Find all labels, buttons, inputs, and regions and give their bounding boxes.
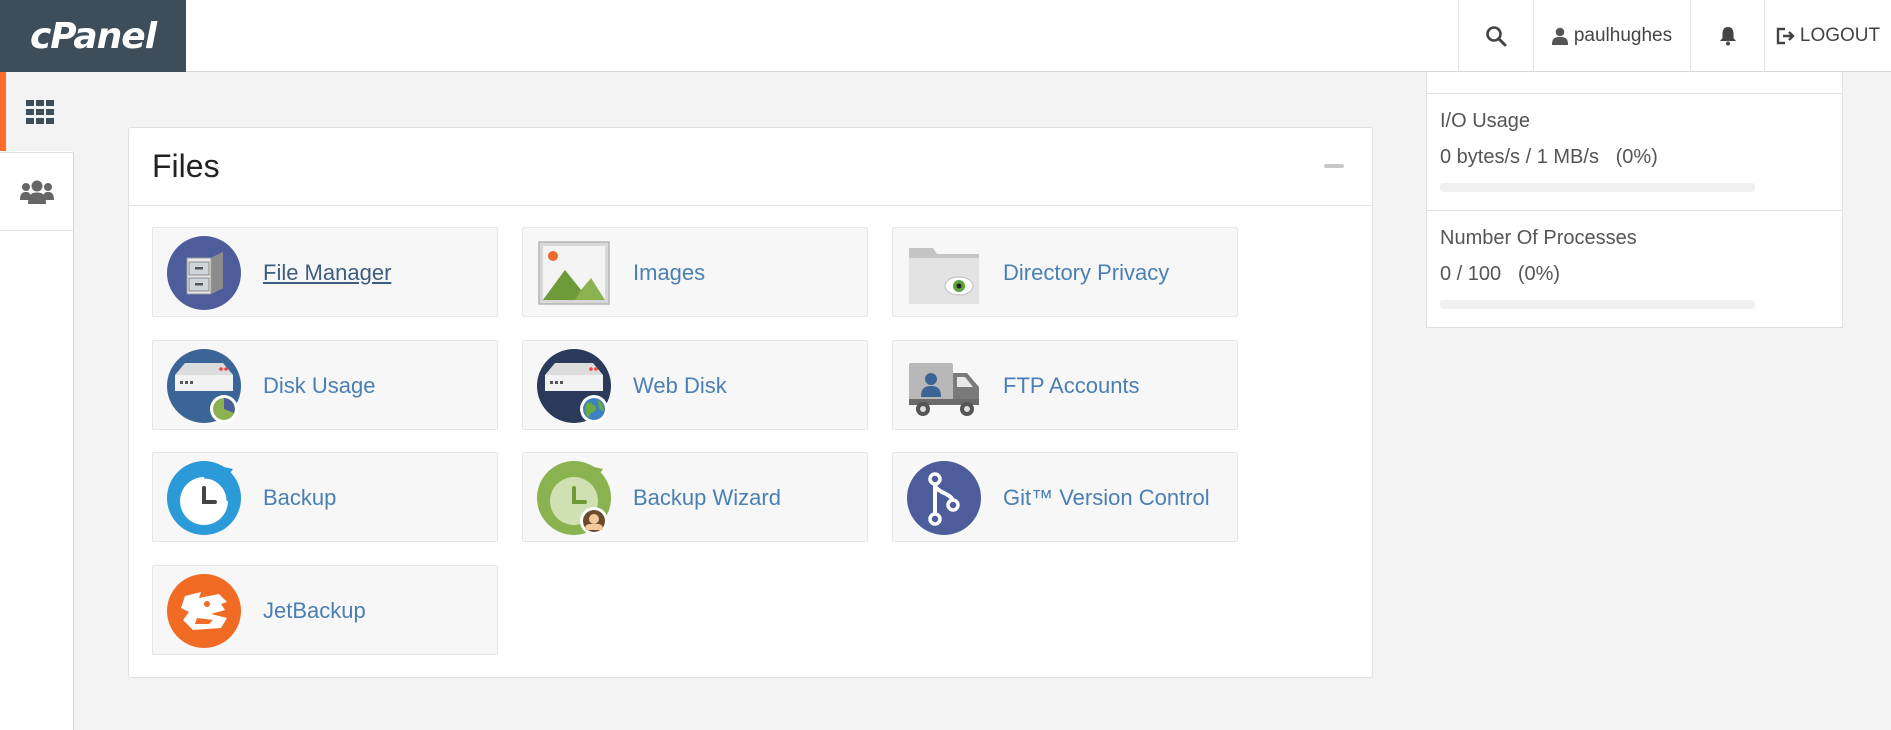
tile-jetbackup[interactable]: JetBackup — [152, 565, 498, 655]
cpanel-logo[interactable]: cPanel — [0, 0, 186, 72]
top-bar: cPanel paulhughes LOGOUT — [0, 0, 1891, 72]
backup-icon — [167, 461, 241, 535]
tile-backup-wizard[interactable]: Backup Wizard — [522, 452, 868, 542]
tile-label: File Manager — [263, 260, 392, 285]
tile-label: Disk Usage — [263, 373, 376, 398]
bell-icon — [1719, 27, 1736, 46]
tile-label: Backup — [263, 485, 337, 510]
users-icon — [20, 180, 54, 204]
tile-disk-usage[interactable]: Disk Usage — [152, 340, 498, 430]
user-menu-button[interactable]: paulhughes — [1533, 0, 1690, 72]
tile-git-version-control[interactable]: Git™ Version Control — [892, 452, 1238, 542]
search-button[interactable] — [1458, 0, 1533, 72]
tile-label: Backup Wizard — [633, 485, 781, 510]
git-icon — [907, 461, 981, 535]
tile-backup[interactable]: Backup — [152, 452, 498, 542]
disk-usage-icon — [167, 349, 241, 423]
user-icon — [1551, 27, 1568, 45]
search-icon — [1486, 26, 1507, 47]
tile-file-manager[interactable]: File Manager — [152, 227, 498, 317]
tile-label: Images — [633, 260, 706, 285]
stat-title: Number Of Processes — [1440, 227, 1637, 249]
sidebar-item-users[interactable] — [0, 152, 74, 231]
files-panel-title: Files — [152, 148, 220, 184]
tile-images[interactable]: Images — [522, 227, 868, 317]
logout-label: LOGOUT — [1799, 25, 1881, 46]
tile-label: Directory Privacy — [1003, 260, 1170, 285]
processes-stat: Number Of Processes 0 / 100 (0%) — [1427, 210, 1842, 328]
stat-value: 0 bytes/s / 1 MB/s (0%) — [1440, 146, 1658, 168]
statistics-panel: I/O Usage 0 bytes/s / 1 MB/s (0%) Number… — [1426, 72, 1843, 328]
grid-icon — [26, 99, 54, 124]
tile-label: JetBackup — [263, 598, 366, 623]
tile-directory-privacy[interactable]: Directory Privacy — [892, 227, 1238, 317]
stat-value: 0 / 100 (0%) — [1440, 263, 1561, 285]
logo-text: cPanel — [29, 15, 157, 57]
backup-wizard-icon — [537, 461, 611, 535]
stat-title: I/O Usage — [1440, 110, 1531, 132]
processes-progress-bar — [1440, 300, 1755, 309]
images-icon — [538, 241, 610, 305]
file-manager-icon — [167, 236, 241, 310]
collapse-icon[interactable] — [1324, 164, 1344, 168]
username-label: paulhughes — [1573, 25, 1673, 46]
io-usage-stat: I/O Usage 0 bytes/s / 1 MB/s (0%) — [1427, 93, 1842, 210]
jetbackup-icon — [167, 574, 241, 648]
tile-web-disk[interactable]: Web Disk — [522, 340, 868, 430]
logout-button[interactable]: LOGOUT — [1764, 0, 1891, 72]
tile-label: FTP Accounts — [1003, 373, 1140, 398]
directory-privacy-icon — [909, 248, 979, 304]
io-usage-progress-bar — [1440, 183, 1755, 192]
files-panel-header: Files — [129, 128, 1372, 206]
logout-icon — [1776, 27, 1795, 45]
notifications-button[interactable] — [1690, 0, 1764, 72]
left-sidebar — [0, 72, 74, 730]
sidebar-item-tools[interactable] — [0, 72, 74, 151]
files-panel: Files File Manager Images Directory Priv… — [128, 127, 1373, 678]
web-disk-icon — [537, 349, 611, 423]
tile-label: Web Disk — [633, 373, 727, 398]
tile-ftp-accounts[interactable]: FTP Accounts — [892, 340, 1238, 430]
ftp-accounts-icon — [909, 363, 979, 416]
tile-label: Git™ Version Control — [1003, 485, 1210, 510]
